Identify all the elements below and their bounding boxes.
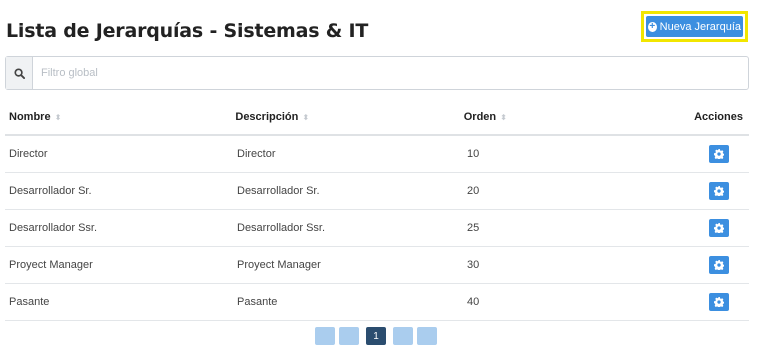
row-actions-button[interactable] [709, 182, 729, 200]
table-row: Desarrollador Ssr. Desarrollador Ssr. 25 [5, 210, 749, 247]
row-actions-button[interactable] [709, 145, 729, 163]
plus-circle-icon: + [648, 20, 657, 32]
column-header-descripcion[interactable]: Descripción ⬍ [233, 111, 461, 123]
cell-descripcion: Pasante [237, 296, 278, 308]
cell-orden: 10 [467, 148, 480, 160]
row-actions-button[interactable] [709, 256, 729, 274]
table-header: Nombre ⬍ Descripción ⬍ Orden ⬍ Acciones [5, 100, 749, 136]
cell-orden: 25 [467, 222, 480, 234]
table-row: Proyect Manager Proyect Manager 30 [5, 247, 749, 284]
table-row: Pasante Pasante 40 [5, 284, 749, 321]
cell-descripcion: Director [237, 148, 276, 160]
page-title: Lista de Jerarquías - Sistemas & IT [6, 20, 369, 42]
hierarchy-table: Nombre ⬍ Descripción ⬍ Orden ⬍ Acciones Dir… [5, 100, 749, 321]
pagination: 1 [315, 327, 437, 345]
cell-descripcion: Desarrollador Sr. [237, 185, 320, 197]
gear-icon [714, 260, 724, 270]
search-icon [6, 57, 33, 89]
first-page-button[interactable] [315, 327, 335, 345]
previous-page-button[interactable] [339, 327, 359, 345]
new-hierarchy-label: Nueva Jerarquía [659, 20, 741, 33]
sort-icon: ⬍ [54, 112, 62, 122]
cell-nombre: Director [9, 148, 48, 160]
column-header-orden[interactable]: Orden ⬍ [462, 111, 694, 123]
last-page-button[interactable] [417, 327, 437, 345]
cell-nombre: Proyect Manager [9, 259, 93, 271]
gear-icon [714, 149, 724, 159]
table-row: Director Director 10 [5, 136, 749, 173]
table-row: Desarrollador Sr. Desarrollador Sr. 20 [5, 173, 749, 210]
global-filter [5, 56, 749, 90]
column-header-acciones: Acciones [694, 111, 743, 123]
sort-icon: ⬍ [302, 112, 310, 122]
column-header-nombre[interactable]: Nombre ⬍ [5, 111, 233, 123]
new-hierarchy-button[interactable]: + Nueva Jerarquía [646, 16, 743, 37]
sort-icon: ⬍ [500, 112, 507, 122]
global-filter-input[interactable] [33, 57, 748, 89]
cell-orden: 30 [467, 259, 480, 271]
row-actions-button[interactable] [709, 293, 729, 311]
new-hierarchy-highlight: + Nueva Jerarquía [641, 11, 748, 42]
gear-icon [714, 297, 724, 307]
row-actions-button[interactable] [709, 219, 729, 237]
gear-icon [714, 223, 724, 233]
gear-icon [714, 186, 724, 196]
cell-descripcion: Desarrollador Ssr. [237, 222, 326, 234]
cell-nombre: Desarrollador Ssr. [9, 222, 98, 234]
cell-descripcion: Proyect Manager [237, 259, 321, 271]
cell-orden: 20 [467, 185, 480, 197]
cell-orden: 40 [467, 296, 480, 308]
cell-nombre: Pasante [9, 296, 50, 308]
page-button-current[interactable]: 1 [366, 327, 386, 345]
next-page-button[interactable] [393, 327, 413, 345]
cell-nombre: Desarrollador Sr. [9, 185, 92, 197]
